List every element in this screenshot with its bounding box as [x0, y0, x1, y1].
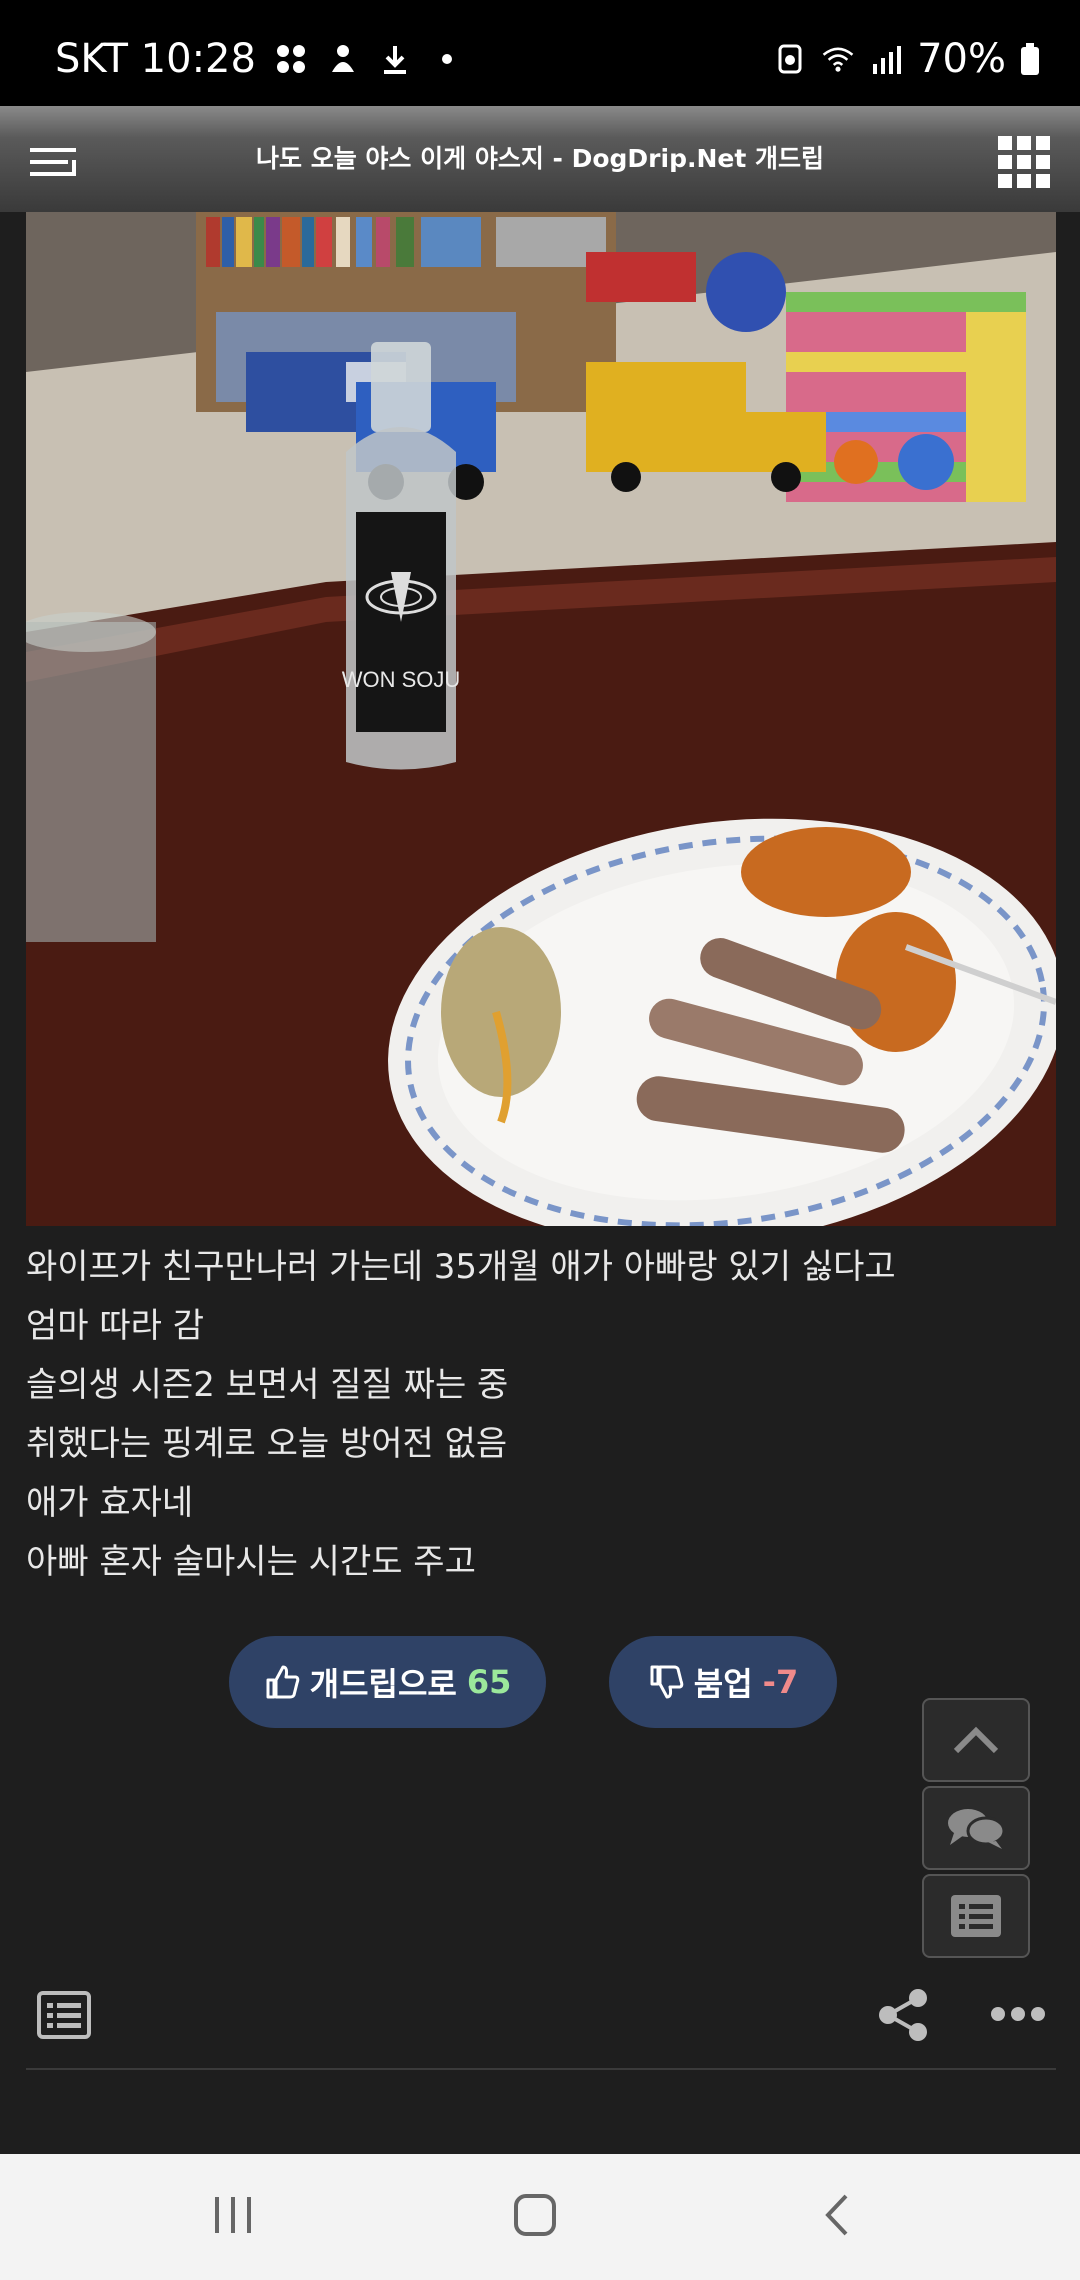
- page-title: 나도 오늘 야스 이게 야스지 - DogDrip.Net 개드립: [256, 144, 824, 173]
- downvote-count: -7: [762, 1663, 799, 1701]
- wifi-icon: [822, 47, 854, 72]
- divider: [26, 2068, 1056, 2070]
- post-line: 아빠 혼자 술마시는 시간도 주고: [26, 1542, 476, 1582]
- post-toolbar: [26, 1980, 1056, 2050]
- list-icon: [951, 1895, 1001, 1937]
- post-list-button[interactable]: [922, 1874, 1030, 1958]
- post-line: 엄마 따라 감: [26, 1306, 205, 1346]
- recycle-icon: [778, 44, 802, 74]
- signal-icon: [873, 46, 902, 74]
- menu-icon[interactable]: [28, 142, 78, 182]
- grid-menu-icon[interactable]: [998, 136, 1050, 188]
- app-grid-icon: [276, 45, 305, 73]
- comments-icon: [948, 1809, 1006, 1849]
- carrier-time: SKT 10:28: [55, 36, 256, 82]
- post-line: 와이프가 친구만나러 가는데 35개월 애가 아빠랑 있기 싫다고: [26, 1247, 896, 1287]
- upvote-count: 65: [466, 1663, 512, 1701]
- dot-icon: [441, 54, 452, 64]
- post-body: 와이프가 친구만나러 가는데 35개월 애가 아빠랑 있기 싫다고 엄마 따라 …: [26, 1238, 1056, 1592]
- recent-apps-icon[interactable]: [212, 2194, 254, 2236]
- downvote-button[interactable]: 붐업 -7: [609, 1636, 837, 1728]
- scroll-top-button[interactable]: [922, 1698, 1030, 1782]
- post-photo[interactable]: WON SOJU: [26, 212, 1056, 1226]
- thumbs-up-icon: [266, 1665, 299, 1699]
- title-bar: 나도 오늘 야스 이게 야스지 - DogDrip.Net 개드립: [0, 106, 1080, 212]
- post-photo-illustration: WON SOJU: [26, 212, 1056, 1226]
- back-icon[interactable]: [820, 2192, 854, 2238]
- thumbs-down-icon: [650, 1665, 684, 1699]
- chevron-up-icon: [953, 1726, 999, 1754]
- downvote-label: 붐업: [693, 1665, 753, 1703]
- notification-icon: [331, 45, 354, 72]
- upvote-label: 개드립으로: [309, 1665, 457, 1703]
- post-line: 슬의생 시즌2 보면서 질질 짜는 중: [26, 1365, 509, 1405]
- comments-button[interactable]: [922, 1786, 1030, 1870]
- download-icon: [383, 46, 406, 74]
- list-view-icon[interactable]: [37, 1991, 91, 2039]
- status-bar: SKT 10:28 70%: [0, 0, 1080, 106]
- upvote-button[interactable]: 개드립으로 65: [229, 1636, 546, 1728]
- share-icon[interactable]: [878, 1988, 930, 2042]
- battery-percent: 70%: [917, 36, 1006, 82]
- bottle-label: WON SOJU: [342, 667, 461, 692]
- post-line: 취했다는 핑계로 오늘 방어전 없음: [26, 1424, 508, 1464]
- system-nav-bar: [0, 2154, 1080, 2280]
- status-left: SKT 10:28: [55, 36, 464, 82]
- post-line: 애가 효자네: [26, 1483, 194, 1523]
- home-icon[interactable]: [512, 2192, 558, 2238]
- more-options-icon[interactable]: [990, 2004, 1046, 2024]
- battery-icon: [1021, 43, 1039, 75]
- status-right: 70%: [773, 36, 1040, 82]
